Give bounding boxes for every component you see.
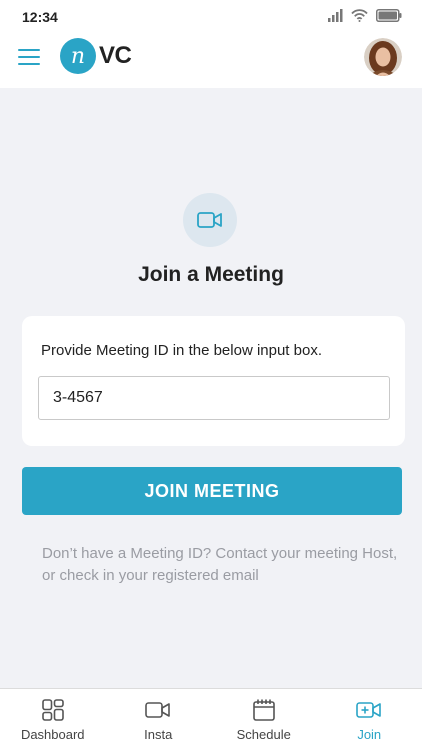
hamburger-menu-icon[interactable] xyxy=(18,46,40,68)
meeting-id-input[interactable] xyxy=(38,376,390,420)
user-avatar[interactable] xyxy=(364,38,402,76)
page-title: Join a Meeting xyxy=(138,263,284,286)
logo-text: VC xyxy=(99,42,132,69)
nav-label-insta: Insta xyxy=(144,727,173,742)
meeting-id-card: Provide Meeting ID in the below input bo… xyxy=(22,316,405,446)
bottom-nav: Dashboard Insta Schedule Join xyxy=(0,688,422,750)
status-icons xyxy=(328,9,402,22)
app-logo: n VC xyxy=(60,38,132,74)
battery-icon xyxy=(376,9,402,22)
help-text: Don’t have a Meeting ID? Contact your me… xyxy=(42,545,398,584)
dashboard-grid-icon xyxy=(41,699,64,721)
nav-label-dashboard: Dashboard xyxy=(20,727,85,742)
calendar-icon xyxy=(252,699,275,721)
status-time: 12:34 xyxy=(22,9,58,25)
wifi-icon xyxy=(351,9,368,22)
nav-label-join: Join xyxy=(357,727,382,742)
logo-mark: n xyxy=(60,38,96,74)
nav-item-insta[interactable]: Insta xyxy=(106,689,212,750)
video-camera-icon xyxy=(145,702,171,718)
signal-icon xyxy=(328,9,343,22)
nav-label-schedule: Schedule xyxy=(236,727,291,742)
video-camera-icon xyxy=(183,193,237,247)
nav-item-dashboard[interactable]: Dashboard xyxy=(0,689,106,750)
video-plus-icon xyxy=(356,702,382,718)
nav-item-join[interactable]: Join xyxy=(317,689,422,750)
meeting-id-label: Provide Meeting ID in the below input bo… xyxy=(41,342,322,359)
nav-item-schedule[interactable]: Schedule xyxy=(211,689,317,750)
join-meeting-button[interactable]: JOIN MEETING xyxy=(22,467,402,515)
status-bar: 12:34 xyxy=(0,0,422,34)
app-bar: n VC xyxy=(0,34,422,88)
